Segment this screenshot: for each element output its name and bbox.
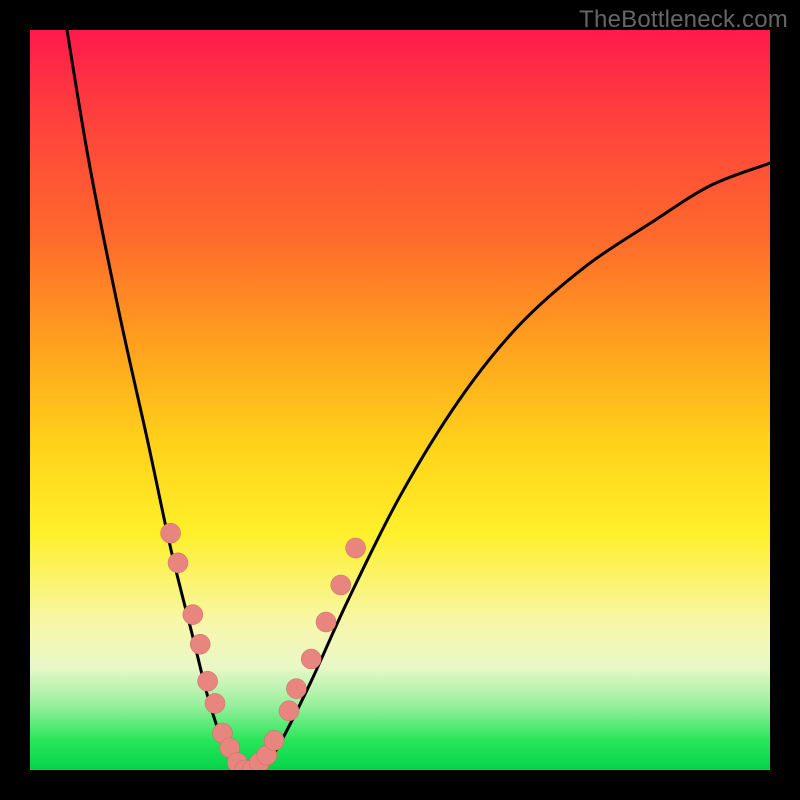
chart-frame: TheBottleneck.com	[0, 0, 800, 800]
sample-dot	[190, 634, 210, 654]
bottleneck-curve	[67, 30, 770, 770]
sample-dot	[279, 701, 299, 721]
sample-dot	[286, 679, 306, 699]
sample-dot	[198, 671, 218, 691]
sample-dot	[316, 612, 336, 632]
sample-dot	[331, 575, 351, 595]
plot-area	[30, 30, 770, 770]
sample-dot	[301, 649, 321, 669]
sample-dot	[264, 730, 284, 750]
sample-dot	[346, 538, 366, 558]
sample-dot	[183, 605, 203, 625]
curve-svg	[30, 30, 770, 770]
sample-dot	[205, 693, 225, 713]
sample-dot	[161, 523, 181, 543]
sample-dots-group	[161, 523, 366, 770]
sample-dot	[168, 553, 188, 573]
